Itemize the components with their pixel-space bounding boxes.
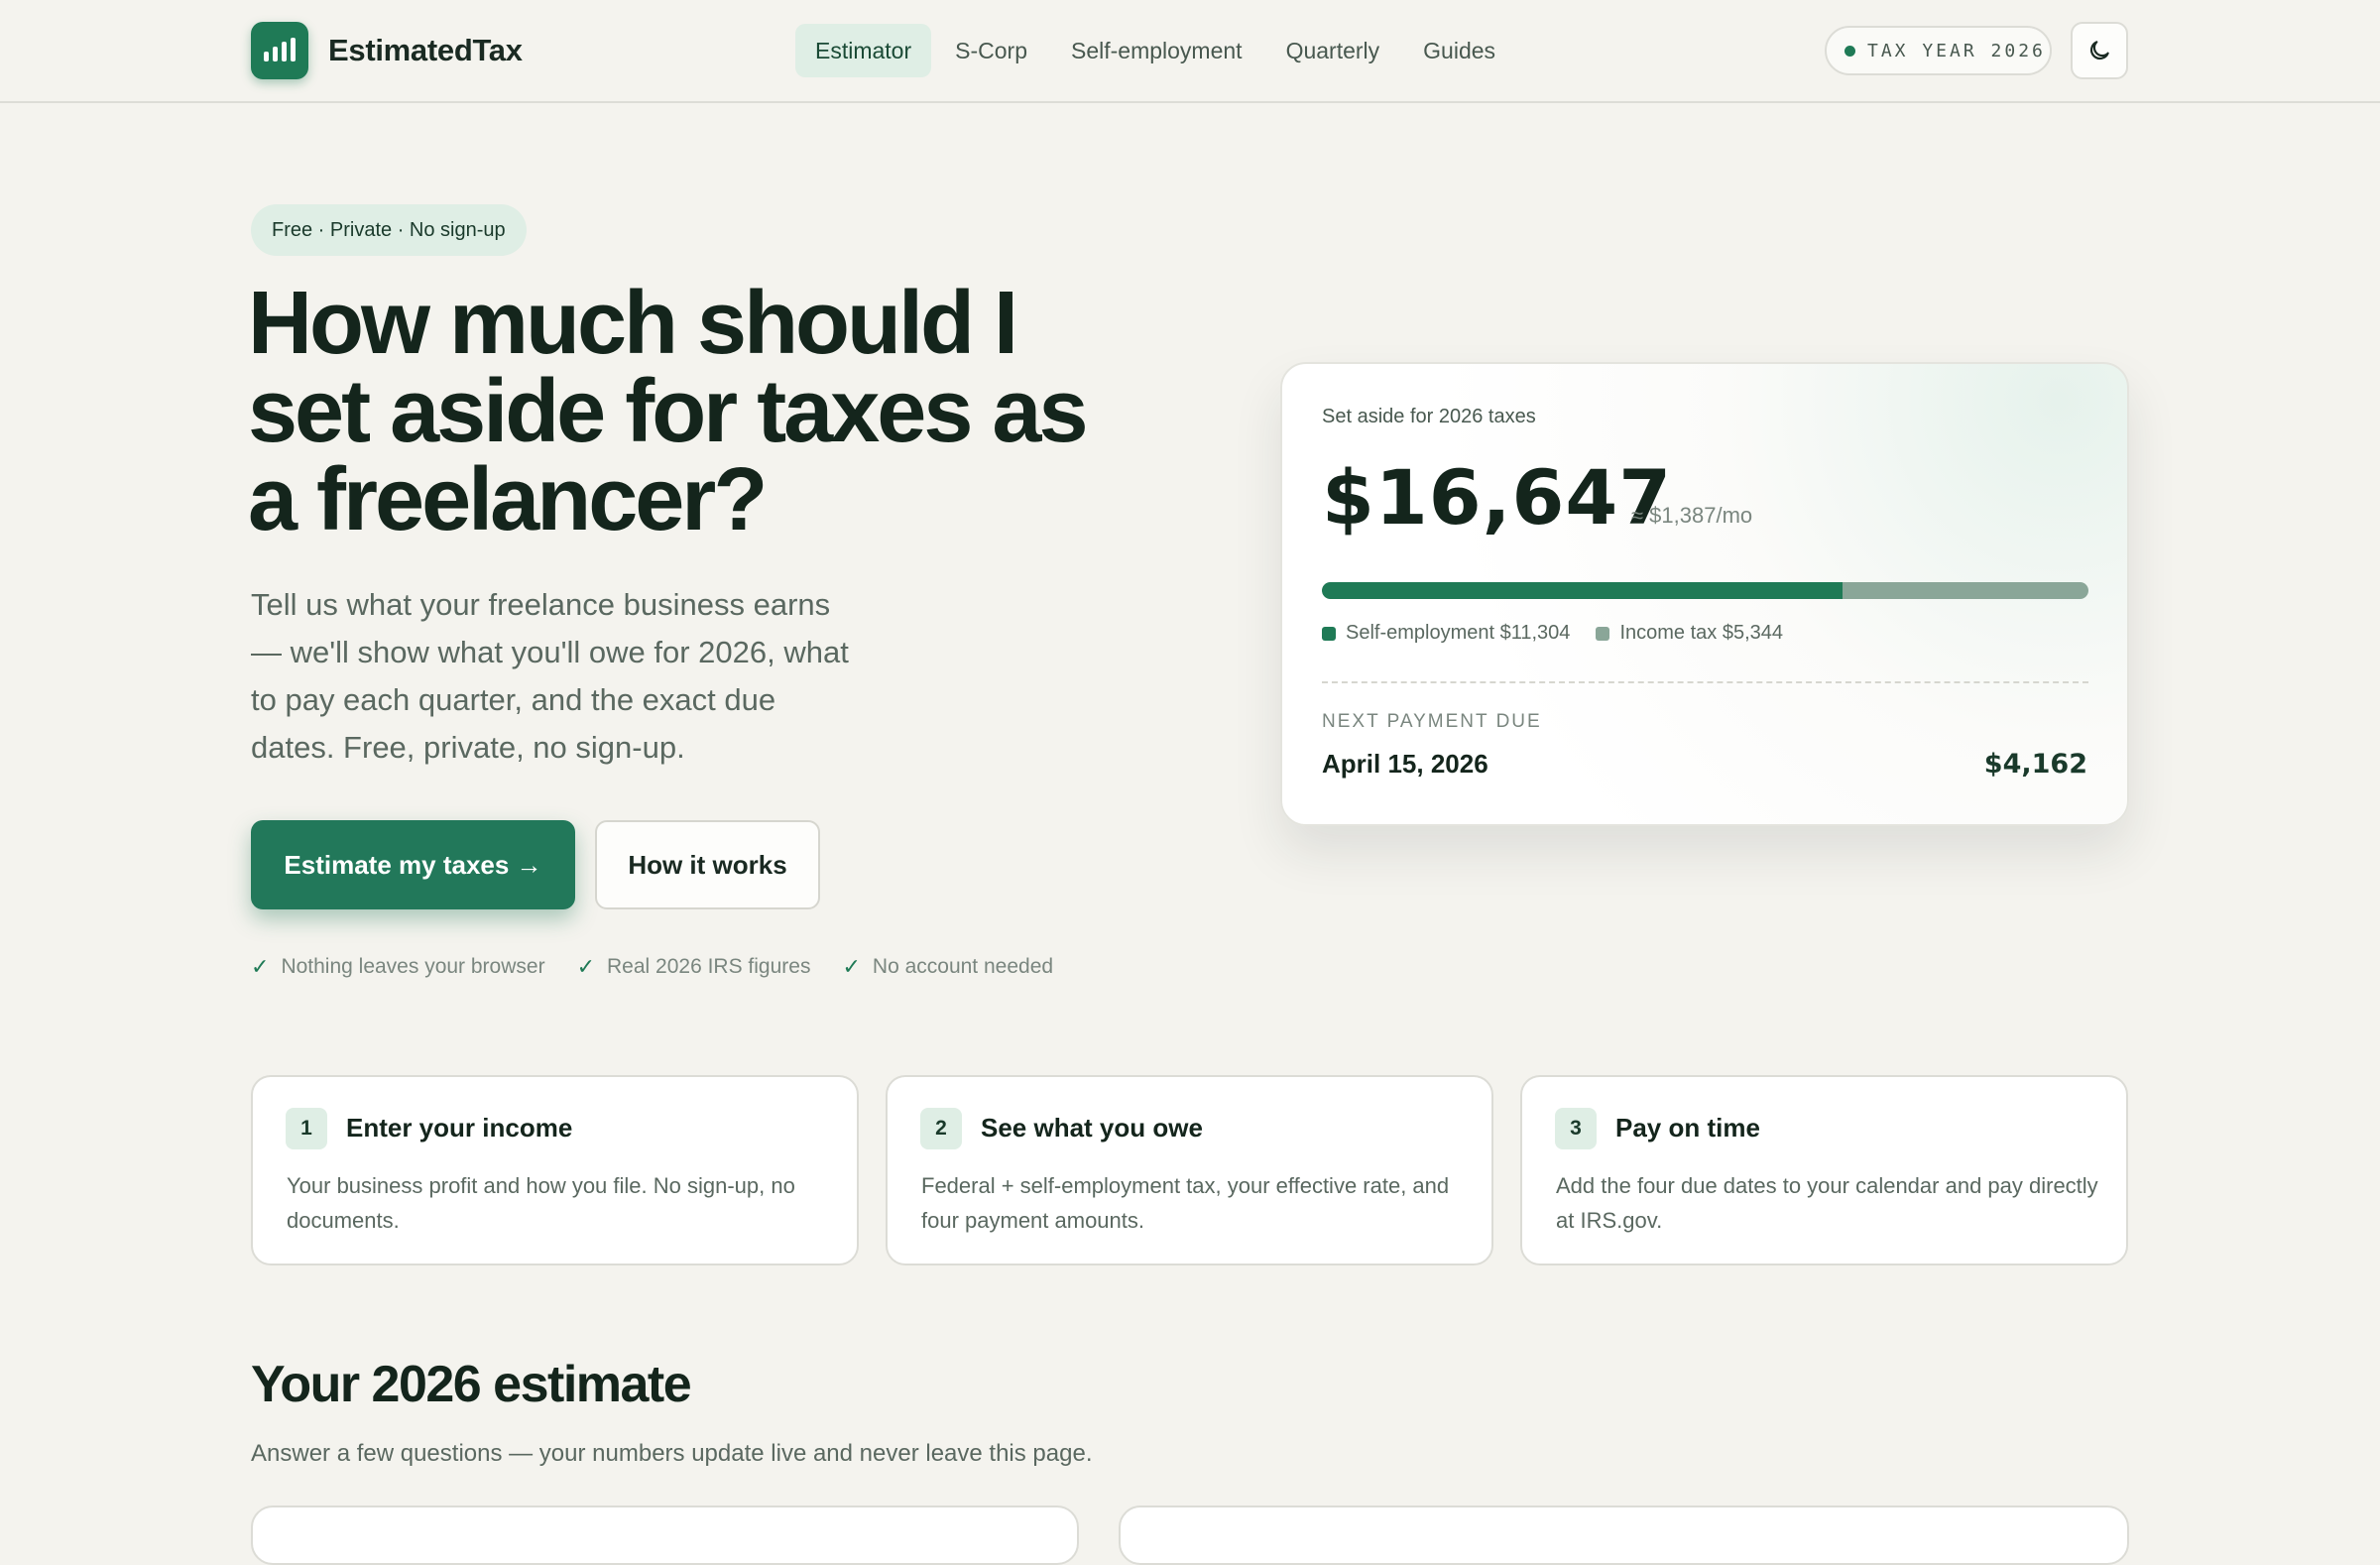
step-card-pay-on-time: 3 Pay on time Add the four due dates to … [1520,1075,2128,1265]
check-label: Nothing leaves your browser [281,955,545,978]
check-item: ✓ Nothing leaves your browser [251,954,545,980]
step-description: Federal + self-employment tax, your effe… [921,1173,1450,1233]
checkmark-icon: ✓ [842,954,861,979]
next-payment-date: April 15, 2026 [1322,749,1488,779]
legend-item-self-employment: Self-employment $11,304 [1322,622,1570,645]
estimate-label: Set aside for 2026 taxes [1322,406,1536,427]
step-title: See what you owe [981,1113,1203,1143]
how-it-works-button[interactable]: How it works [595,820,820,909]
check-item: ✓ No account needed [842,954,1053,980]
step-title: Enter your income [346,1113,573,1143]
step-number: 1 [286,1108,327,1149]
next-payment-amount: $4,162 [1983,749,2087,780]
breakdown-legend: Self-employment $11,304 Income tax $5,34… [1322,622,1783,645]
legend-swatch [1596,626,1610,641]
step-card-enter-income: 1 Enter your income Your business profit… [251,1075,859,1265]
brand[interactable]: EstimatedTax [251,22,523,79]
hero-title: How much should I set aside for taxes as… [248,274,1089,549]
legend-item-income-tax: Income tax $5,344 [1596,622,1783,645]
nav-item-estimator[interactable]: Estimator [795,24,932,77]
self-employment-bar-fill [1322,582,1843,599]
tax-year-badge: TAX YEAR 2026 [1825,26,2052,75]
nav-item-quarterly[interactable]: Quarterly [1266,24,1400,77]
check-label: No account needed [872,955,1054,978]
legend-swatch [1322,626,1336,641]
step-number: 2 [920,1108,962,1149]
tax-year-label: TAX YEAR 2026 [1867,40,2046,61]
step-title: Pay on time [1615,1113,1760,1143]
bar-chart-logo-icon [251,22,308,79]
trust-checks: ✓ Nothing leaves your browser ✓ Real 202… [251,954,1053,980]
check-item: ✓ Real 2026 IRS figures [577,954,811,980]
step-description: Add the four due dates to your calendar … [1556,1173,2098,1233]
check-label: Real 2026 IRS figures [607,955,811,978]
estimate-my-taxes-button[interactable]: Estimate my taxes → [251,820,575,909]
divider [1322,681,2088,683]
estimator-results-panel [1119,1505,2129,1565]
moon-icon [2089,41,2109,60]
checkmark-icon: ✓ [251,954,270,979]
step-card-see-what-you-owe: 2 See what you owe Federal + self-employ… [886,1075,1493,1265]
next-payment-label: NEXT PAYMENT DUE [1322,711,1542,732]
estimate-section-title: Your 2026 estimate [251,1356,692,1413]
estimate-section-subtitle: Answer a few questions — your numbers up… [251,1440,1093,1467]
tax-breakdown-bar [1322,582,2088,599]
brand-name: EstimatedTax [328,33,523,67]
theme-toggle-button[interactable] [2071,22,2128,79]
step-description: Your business profit and how you file. N… [287,1173,795,1233]
nav-item-guides[interactable]: Guides [1403,24,1515,77]
nav-item-s-corp[interactable]: S-Corp [935,24,1047,77]
top-navigation-bar: EstimatedTax Estimator S-Corp Self-emplo… [0,0,2380,103]
status-dot-icon [1844,45,1855,57]
hero-tag-badge: Free · Private · No sign-up [251,204,527,256]
estimate-preview-card: Set aside for 2026 taxes $16,647 ≈ $1,38… [1280,362,2129,826]
nav-item-self-employment[interactable]: Self-employment [1051,24,1262,77]
step-number: 3 [1555,1108,1597,1149]
estimator-form-panel [251,1505,1079,1565]
estimate-monthly: ≈ $1,387/mo [1631,503,1753,528]
estimate-amount: $16,647 [1322,453,1673,542]
main-nav: Estimator S-Corp Self-employment Quarter… [795,24,1515,77]
checkmark-icon: ✓ [576,954,596,979]
legend-label: Income tax $5,344 [1619,622,1783,644]
hero-subtitle: Tell us what your freelance business ear… [251,587,849,765]
legend-label: Self-employment $11,304 [1346,622,1571,644]
